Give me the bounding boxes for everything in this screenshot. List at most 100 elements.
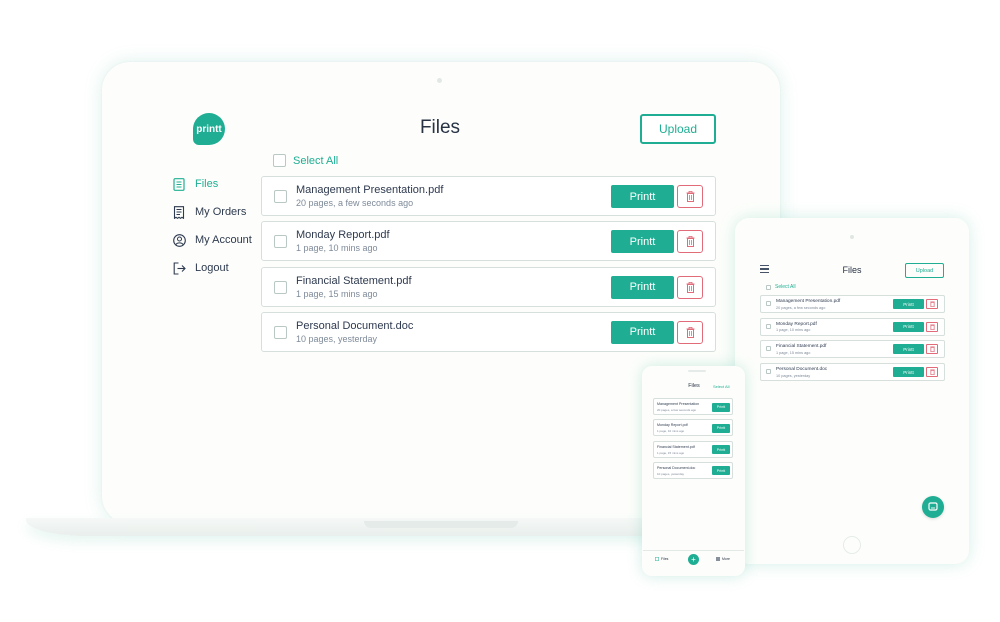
phone-file-list: Management Presentation 20 pages, a few … — [653, 398, 733, 483]
select-all[interactable]: Select All — [273, 154, 338, 167]
sidebar-item-label: My Account — [195, 234, 252, 246]
delete-button[interactable] — [677, 275, 703, 299]
file-checkbox[interactable] — [274, 325, 287, 339]
printt-button[interactable]: Printt — [712, 445, 730, 455]
grid-icon — [716, 557, 720, 561]
printt-button[interactable]: Printt — [611, 230, 674, 254]
file-row: Personal Document.doc 10 pages, yesterda… — [760, 363, 945, 382]
file-list: Management Presentation.pdf 20 pages, a … — [261, 176, 716, 357]
account-icon — [172, 233, 186, 247]
trash-icon — [686, 236, 694, 248]
laptop-notch — [364, 521, 518, 528]
file-list-icon — [172, 177, 186, 191]
logout-icon — [172, 261, 186, 275]
tab-files[interactable]: Files — [655, 557, 668, 561]
delete-button[interactable] — [926, 367, 938, 378]
file-row: Personal Document.doc 10 pages, yesterda… — [261, 311, 716, 352]
file-list-icon — [655, 557, 659, 561]
file-meta: 1 page, 15 mins ago — [296, 288, 378, 299]
sidebar-item-label: Logout — [195, 262, 229, 274]
sidebar-item-my-account[interactable]: My Account — [172, 226, 252, 254]
trash-icon — [686, 191, 694, 202]
sidebar-item-my-orders[interactable]: My Orders — [172, 198, 252, 226]
phone-speaker — [688, 370, 706, 372]
printt-button[interactable]: Printt — [712, 466, 730, 476]
delete-button[interactable] — [926, 299, 938, 309]
trash-icon — [929, 324, 935, 330]
trash-icon — [929, 346, 935, 353]
file-name: Management Presentation.pdf — [776, 299, 841, 304]
file-checkbox[interactable] — [766, 301, 771, 306]
delete-button[interactable] — [926, 321, 938, 332]
file-row: Financial Statement.pdf 1 page, 15 mins … — [760, 340, 945, 359]
printt-button[interactable]: Printt — [893, 367, 924, 378]
file-checkbox[interactable] — [766, 346, 771, 352]
hamburger-menu-icon[interactable] — [760, 265, 769, 275]
file-meta: 1 page, 10 mins ago — [296, 243, 378, 254]
phone-select-all[interactable]: Select All — [713, 384, 729, 389]
delete-button[interactable] — [677, 320, 703, 344]
tablet-file-list: Management Presentation.pdf 20 pages, a … — [760, 295, 945, 386]
add-file-button[interactable]: + — [688, 554, 699, 565]
file-checkbox[interactable] — [766, 323, 771, 329]
delete-button[interactable] — [926, 344, 938, 355]
printt-button[interactable]: Printt — [893, 321, 924, 332]
printt-button[interactable]: Printt — [712, 423, 730, 433]
file-row: Financial Statement.pdf 1 page, 15 mins … — [653, 440, 733, 458]
file-row: Monday Report.pdf 1 page, 10 mins ago Pr… — [760, 317, 945, 336]
file-name: Financial Statement.pdf — [776, 344, 827, 350]
trash-icon — [686, 281, 694, 293]
file-checkbox[interactable] — [274, 235, 287, 249]
chat-button[interactable] — [922, 496, 944, 518]
file-meta: 10 pages, yesterday — [296, 333, 378, 344]
file-row: Financial Statement.pdf 1 page, 15 mins … — [261, 266, 716, 307]
tablet-page-title: Files — [842, 265, 862, 275]
file-name: Personal Document.doc — [776, 367, 828, 373]
file-row: Monday Report.pdf 1 page, 10 mins ago Pr… — [261, 221, 716, 262]
sidebar-item-files[interactable]: Files — [172, 170, 252, 198]
file-name: Personal Document.doc — [657, 465, 696, 470]
tablet-upload-button[interactable]: Upload — [905, 263, 944, 278]
printt-button[interactable]: Printt — [893, 299, 924, 309]
laptop-camera — [437, 78, 442, 83]
printt-button[interactable]: Printt — [893, 344, 924, 355]
orders-icon — [172, 205, 186, 219]
file-checkbox[interactable] — [274, 280, 287, 294]
file-checkbox[interactable] — [274, 190, 287, 203]
file-name: Financial Statement.pdf — [657, 444, 695, 449]
select-all-label: Select All — [293, 154, 339, 167]
chat-icon — [928, 502, 938, 511]
tab-more[interactable]: More — [716, 557, 730, 561]
delete-button[interactable] — [677, 185, 703, 208]
sidebar-nav: Files My Orders My Account Logout — [172, 170, 252, 282]
phone-page-title: Files — [688, 383, 700, 389]
printt-logo[interactable]: printt — [193, 113, 225, 145]
file-row: Management Presentation.pdf 20 pages, a … — [261, 176, 716, 216]
printt-button[interactable]: Printt — [611, 185, 674, 208]
sidebar-item-label: Files — [195, 178, 219, 190]
select-all-checkbox[interactable] — [273, 154, 286, 167]
printt-button[interactable]: Printt — [712, 402, 730, 412]
printt-button[interactable]: Printt — [611, 275, 674, 299]
file-name: Monday Report.pdf — [296, 229, 390, 242]
delete-button[interactable] — [677, 230, 703, 254]
file-meta: 10 pages, yesterday — [657, 471, 685, 476]
file-checkbox[interactable] — [766, 369, 771, 375]
file-row: Personal Document.doc 10 pages, yesterda… — [653, 461, 733, 479]
tab-label: More — [722, 557, 730, 561]
file-meta: 20 pages, a few seconds ago — [776, 305, 826, 310]
select-all-checkbox[interactable] — [766, 284, 771, 290]
file-name: Management Presentation — [657, 402, 700, 406]
tablet-camera — [850, 235, 854, 239]
file-row: Management Presentation.pdf 20 pages, a … — [760, 295, 945, 313]
upload-button[interactable]: Upload — [640, 114, 716, 144]
tablet-home-button — [843, 536, 861, 554]
sidebar-item-logout[interactable]: Logout — [172, 254, 252, 282]
tab-label: Files — [661, 557, 669, 561]
file-meta: 20 pages, a few seconds ago — [296, 198, 414, 208]
printt-button[interactable]: Printt — [611, 320, 674, 344]
tablet-select-all[interactable]: Select All — [766, 284, 796, 290]
file-meta: 1 page, 15 mins ago — [657, 450, 685, 455]
file-name: Monday Report.pdf — [776, 321, 817, 327]
file-name: Monday Report.pdf — [657, 423, 688, 428]
